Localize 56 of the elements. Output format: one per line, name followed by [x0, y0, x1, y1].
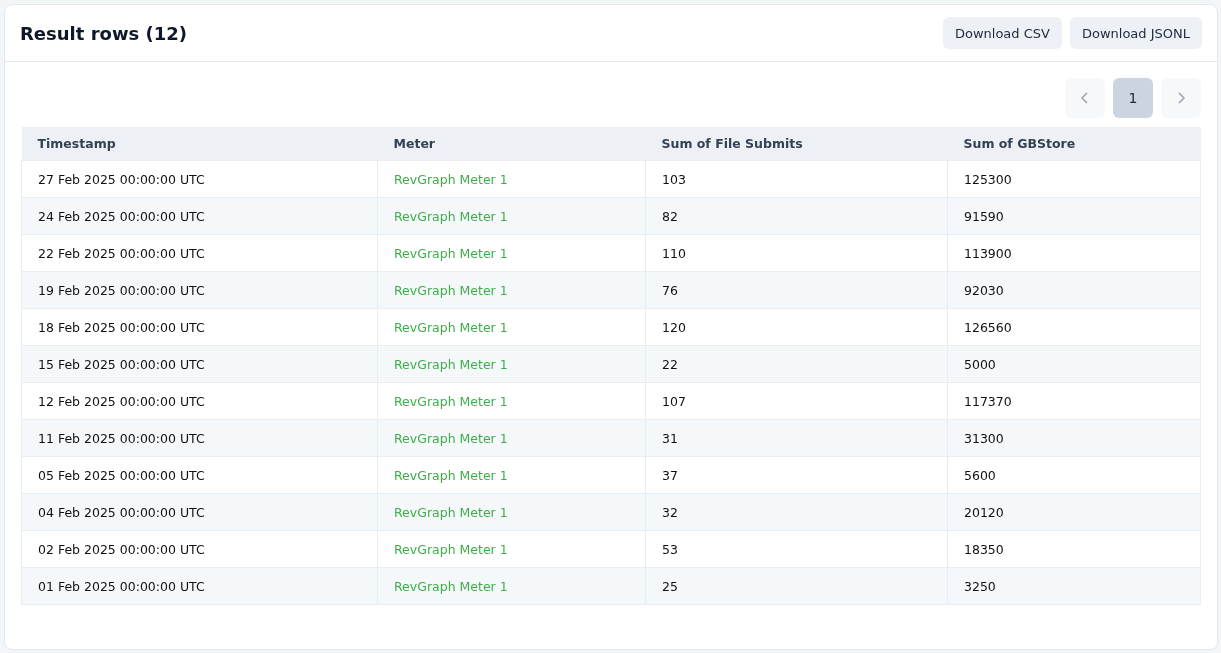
- meter-link[interactable]: RevGraph Meter 1: [394, 541, 508, 557]
- table-cell: 5600: [947, 456, 1201, 494]
- table-cell: 117370: [947, 382, 1201, 420]
- meter-link[interactable]: RevGraph Meter 1: [394, 578, 508, 594]
- meter-link[interactable]: RevGraph Meter 1: [394, 208, 508, 224]
- column-header: Sum of File Submits: [645, 127, 948, 161]
- table-cell: 04 Feb 2025 00:00:00 UTC: [21, 493, 378, 531]
- table-cell: 3250: [947, 567, 1201, 605]
- table-cell: 12 Feb 2025 00:00:00 UTC: [21, 382, 378, 420]
- table-cell: 01 Feb 2025 00:00:00 UTC: [21, 567, 378, 605]
- table-cell: 18350: [947, 530, 1201, 568]
- table-cell: 103: [645, 160, 948, 198]
- table-cell: 76: [645, 271, 948, 309]
- card-title: Result rows (12): [20, 22, 187, 44]
- meter-link[interactable]: RevGraph Meter 1: [394, 356, 508, 372]
- meter-link[interactable]: RevGraph Meter 1: [394, 319, 508, 335]
- meter-link[interactable]: RevGraph Meter 1: [394, 430, 508, 446]
- table-cell: 27 Feb 2025 00:00:00 UTC: [21, 160, 378, 198]
- page-button[interactable]: 1: [1113, 78, 1153, 118]
- table-cell: 125300: [947, 160, 1201, 198]
- table-cell: 82: [645, 197, 948, 235]
- table-cell: 37: [645, 456, 948, 494]
- meter-link[interactable]: RevGraph Meter 1: [394, 393, 508, 409]
- table-cell: 15 Feb 2025 00:00:00 UTC: [21, 345, 378, 383]
- meter-link[interactable]: RevGraph Meter 1: [394, 504, 508, 520]
- table-cell: 113900: [947, 234, 1201, 272]
- table-cell: 110: [645, 234, 948, 272]
- table-cell: 11 Feb 2025 00:00:00 UTC: [21, 419, 378, 457]
- table-cell: 5000: [947, 345, 1201, 383]
- table-cell: 22: [645, 345, 948, 383]
- table-cell: 02 Feb 2025 00:00:00 UTC: [21, 530, 378, 568]
- table-cell: 126560: [947, 308, 1201, 346]
- meter-link[interactable]: RevGraph Meter 1: [394, 282, 508, 298]
- table-cell: 92030: [947, 271, 1201, 309]
- table-cell: 24 Feb 2025 00:00:00 UTC: [21, 197, 378, 235]
- table-cell: 31300: [947, 419, 1201, 457]
- meter-link[interactable]: RevGraph Meter 1: [394, 171, 508, 187]
- table-cell: 22 Feb 2025 00:00:00 UTC: [21, 234, 378, 272]
- table-cell: 05 Feb 2025 00:00:00 UTC: [21, 456, 378, 494]
- column-header: Timestamp: [21, 127, 378, 161]
- table-cell: 107: [645, 382, 948, 420]
- table-cell: 19 Feb 2025 00:00:00 UTC: [21, 271, 378, 309]
- table-cell: 20120: [947, 493, 1201, 531]
- table-cell: 32: [645, 493, 948, 531]
- table-cell: 31: [645, 419, 948, 457]
- download-button[interactable]: Download JSONL: [1069, 17, 1202, 49]
- meter-link[interactable]: RevGraph Meter 1: [394, 467, 508, 483]
- table-cell: 18 Feb 2025 00:00:00 UTC: [21, 308, 378, 346]
- table-cell: 25: [645, 567, 948, 605]
- column-header: Sum of GBStore: [947, 127, 1201, 161]
- table-cell: 120: [645, 308, 948, 346]
- meter-link[interactable]: RevGraph Meter 1: [394, 245, 508, 261]
- download-button[interactable]: Download CSV: [942, 17, 1062, 49]
- table-cell: 53: [645, 530, 948, 568]
- table-cell: 91590: [947, 197, 1201, 235]
- column-header: Meter: [377, 127, 646, 161]
